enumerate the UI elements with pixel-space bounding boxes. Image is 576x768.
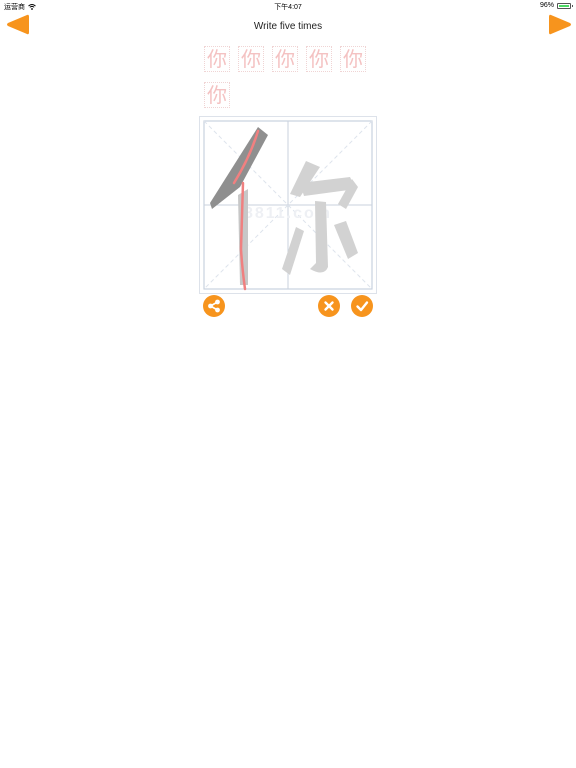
share-icon [208, 299, 220, 313]
close-icon [324, 301, 334, 311]
battery-percent: 96% [539, 2, 554, 9]
practice-character: 你 [272, 46, 298, 72]
battery-info: 96% [539, 2, 573, 9]
practice-character: 你 [204, 82, 230, 108]
character-guide [210, 127, 358, 291]
writing-canvas[interactable]: 8811.com [199, 116, 377, 294]
clear-button[interactable] [318, 295, 340, 317]
confirm-button[interactable] [351, 295, 373, 317]
check-icon [356, 301, 369, 312]
share-button[interactable] [203, 295, 225, 317]
guide-strokes [282, 161, 358, 275]
practice-character: 你 [306, 46, 332, 72]
battery-icon [557, 2, 573, 9]
page-title: Write five times [253, 21, 323, 32]
practice-character: 你 [238, 46, 264, 72]
practice-character: 你 [204, 46, 230, 72]
status-bar: 运营商 下午4:07 96% [0, 0, 576, 12]
status-time: 下午4:07 [274, 4, 302, 11]
practice-character: 你 [340, 46, 366, 72]
